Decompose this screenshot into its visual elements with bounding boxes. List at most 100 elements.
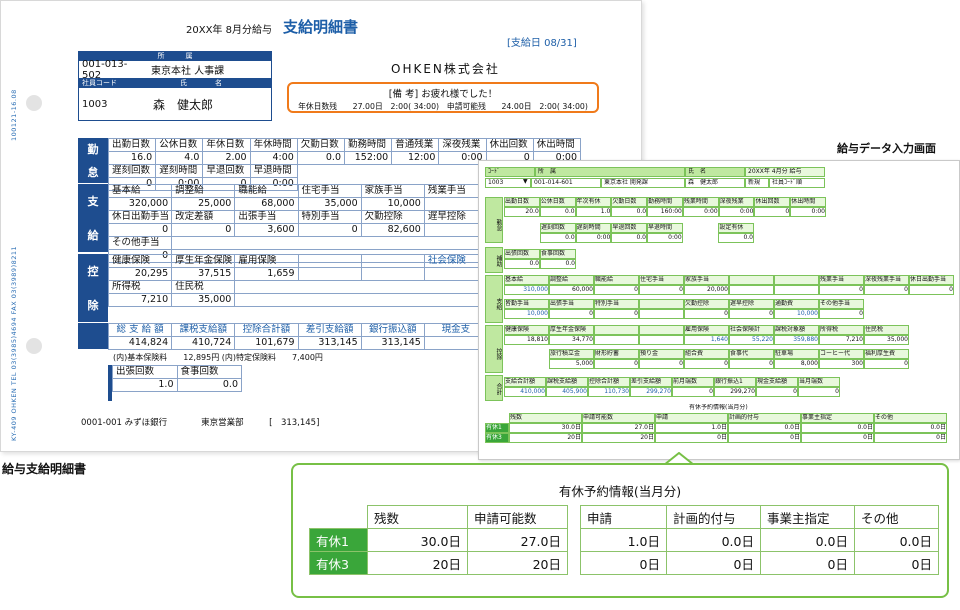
leave-header: 申請 [655,413,728,423]
mode-label[interactable]: 新規 [745,178,769,188]
pay-label: 職能給 [594,275,639,285]
ded2-input[interactable]: 0 [639,359,684,369]
ded-input[interactable]: 7,210 [819,335,864,345]
aux-input[interactable]: 0.0 [540,259,576,269]
emp-name: 森 健太郎 [153,97,214,112]
ded2-input[interactable]: 8,000 [774,359,819,369]
section-payment-label: 支給 [78,184,108,252]
att2-input[interactable]: 0:00 [575,233,612,243]
pay-input[interactable]: 20,000 [684,285,729,295]
pay-input[interactable]: 0 [639,285,684,295]
ded-input[interactable]: 55,220 [729,335,774,345]
chevron-down-icon[interactable]: ▼ [523,178,531,188]
leave-cell[interactable]: 0日 [655,433,728,443]
pay2-input[interactable]: 10,000 [504,309,549,319]
att2-input[interactable]: 0.0 [611,233,647,243]
ded2-input[interactable]: 0 [684,359,729,369]
leave-cell[interactable]: 0日 [728,433,801,443]
att-input[interactable]: 0.0 [539,207,576,217]
leave-cell[interactable]: 0.0日 [874,423,947,433]
att2-label: 設定有休 [718,223,754,233]
pay2-input[interactable]: 0 [819,309,864,319]
pay-label: 基本給 [504,275,549,285]
att-input[interactable]: 0:00 [718,207,755,217]
pay-input[interactable]: 0 [909,285,954,295]
zoom-header: 残数 [367,505,468,529]
zoom-cell[interactable]: 0日 [666,551,761,575]
screen-caption: 給与データ入力画面 [837,142,936,155]
zoom-cell[interactable]: 0.0日 [760,528,855,552]
att-input[interactable]: 160:00 [647,207,683,217]
code-header: ｺｰﾄﾞ [485,167,535,177]
ded-input[interactable]: 1,640 [684,335,729,345]
ded2-input[interactable]: 0 [864,359,909,369]
pay2-label: 皆勤手当 [504,299,549,309]
aux-input[interactable]: 0.0 [504,259,540,269]
dept-code-field[interactable]: 001-014-601 [531,178,601,188]
att-input[interactable]: 20.0 [504,207,540,217]
att-input[interactable]: 0:00 [682,207,719,217]
sort-label[interactable]: 社員ｺｰﾄﾞ順 [769,178,825,188]
pay2-input[interactable]: 0 [549,309,594,319]
emp-code: 1003 [82,98,108,110]
pay-input[interactable]: 0 [864,285,909,295]
pay2-input[interactable]: 0 [594,309,639,319]
att2-input[interactable]: 0.0 [540,233,576,243]
att2-input[interactable]: 0.0 [718,233,754,243]
ded-label: 住民税 [864,325,909,335]
totals-grid: 総 支 給 額 課税支給額 控除合計額 差引支給額 銀行振込額 現金支 414,… [108,323,488,350]
pay-input[interactable]: 0 [594,285,639,295]
pay2-input[interactable]: 0 [729,309,774,319]
pay-value: 0 [109,224,173,237]
ded-input[interactable]: 359,880 [774,335,819,345]
att-label: 休出回数 [754,197,791,207]
zoom-cell[interactable]: 1.0日 [580,528,667,552]
ded2-input[interactable]: 5,000 [549,359,594,369]
ded2-input[interactable]: 0 [594,359,639,369]
leave-cell[interactable]: 0.0日 [728,423,801,433]
ded2-input[interactable]: 300 [819,359,864,369]
ded-label: 雇用保険 [235,255,299,268]
page-title: 支給明細書 [283,18,359,36]
zoom-cell[interactable]: 0.0日 [854,528,939,552]
leave-cell[interactable]: 1.0日 [655,423,728,433]
total-value: 410,000 [504,387,546,397]
pay2-input[interactable]: 0 [684,309,729,319]
pay2-input[interactable]: 10,000 [774,309,819,319]
att-input[interactable]: 0:00 [790,207,826,217]
pay-input[interactable]: 0 [819,285,864,295]
punch-hole [26,95,42,111]
zoom-cell[interactable]: 0日 [760,551,855,575]
ded2-input[interactable]: 0 [729,359,774,369]
pay-value: 25,000 [172,198,236,211]
att-label: 早退時間 [250,165,298,178]
leave-cell[interactable]: 0.0日 [801,423,874,433]
ded-input[interactable]: 18,810 [504,335,549,345]
att-label: 休出時間 [533,139,581,152]
payment-grid: 基本給 調整給 職能給 住宅手当 家族手当 残業手当 320,000 25,00… [108,184,488,263]
pay-input[interactable]: 310,000 [504,285,549,295]
pay-input[interactable]: 60,000 [549,285,594,295]
att-input[interactable]: 0.0 [611,207,648,217]
leave-row-label: 有休1 [485,423,509,433]
zoom-cell[interactable]: 0日 [854,551,939,575]
section-total: 合計 [485,375,503,401]
att-input[interactable]: 0 [754,207,791,217]
ded-input[interactable]: 34,770 [549,335,594,345]
att-input[interactable]: 1.0 [575,207,612,217]
leave-header: その他 [874,413,947,423]
pay-label: 出張手当 [235,211,299,224]
name-header: 氏 名 [685,167,745,177]
punch-hole [26,338,42,354]
total-value: 313,145 [361,337,425,350]
pay-value: 320,000 [109,198,173,211]
leave-cell[interactable]: 0日 [874,433,947,443]
bank-line: 0001-001 みずほ銀行 東京営業部 [ 313,145] [81,418,320,428]
att2-input[interactable]: 0:00 [647,233,683,243]
ded-input[interactable]: 35,000 [864,335,909,345]
zoom-cell[interactable]: 0日 [580,551,667,575]
zoom-row-label: 有休1 [309,528,368,552]
zoom-header: 申請 [580,505,667,529]
zoom-cell[interactable]: 0.0日 [666,528,761,552]
leave-cell[interactable]: 0日 [801,433,874,443]
